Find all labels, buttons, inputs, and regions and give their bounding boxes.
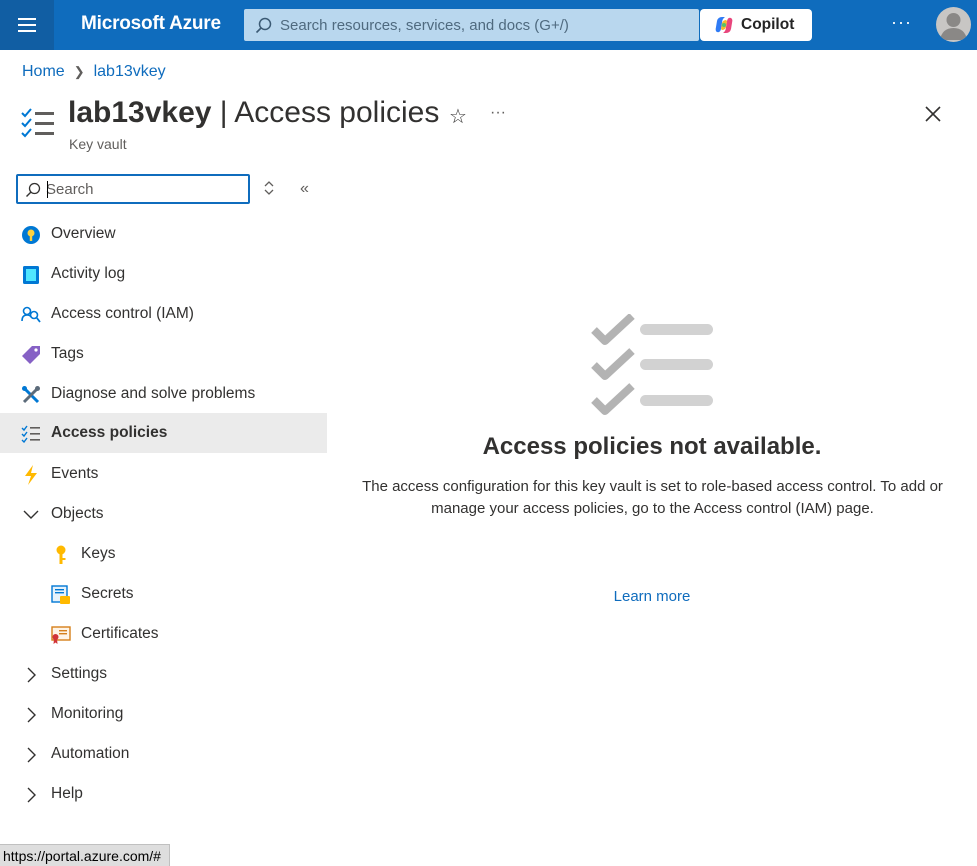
chevron-down-icon	[21, 505, 41, 525]
breadcrumb: Home ❯ lab13vkey	[22, 63, 166, 81]
nav-item-label: Events	[51, 465, 99, 482]
top-bar: Microsoft Azure Search resources, servic…	[0, 0, 977, 50]
favorite-star-icon[interactable]: ☆	[449, 104, 467, 129]
nav-item-keys[interactable]: Keys	[0, 534, 327, 574]
global-search-input[interactable]: Search resources, services, and docs (G+…	[244, 9, 699, 41]
nav-item-label: Help	[51, 785, 83, 802]
nav-search-input[interactable]: Search	[16, 174, 250, 204]
status-url: https://portal.azure.com/#	[0, 844, 170, 866]
nav-item-label: Settings	[51, 665, 108, 682]
nav-item-settings[interactable]: Settings	[0, 654, 327, 694]
page-title: lab13vkey | Access policies	[68, 96, 439, 130]
header-more-icon[interactable]: ···	[490, 104, 506, 122]
activity-log-icon	[21, 265, 41, 285]
search-icon	[255, 17, 272, 34]
access-policies-icon	[21, 424, 41, 444]
nav-item-label: Certificates	[81, 625, 159, 642]
nav-item-label: Keys	[81, 545, 116, 562]
user-icon	[940, 13, 967, 40]
empty-state-title: Access policies not available.	[482, 433, 822, 460]
nav-item-label: Tags	[51, 345, 84, 362]
nav-item-label: Secrets	[81, 585, 134, 602]
page-name: Access policies	[234, 96, 440, 129]
copilot-label: Copilot	[741, 16, 795, 33]
chevron-right-icon	[21, 745, 41, 765]
close-icon[interactable]	[923, 104, 943, 129]
nav-search-placeholder: Search	[46, 180, 94, 198]
nav-item-secrets[interactable]: Secrets	[0, 574, 327, 614]
tag-icon	[21, 345, 41, 365]
nav-item-label: Automation	[51, 745, 130, 762]
nav-item-access-control[interactable]: Access control (IAM)	[0, 294, 327, 334]
nav-item-label: Diagnose and solve problems	[51, 385, 256, 402]
nav-item-objects[interactable]: Objects	[0, 494, 327, 534]
nav-item-monitoring[interactable]: Monitoring	[0, 694, 327, 734]
nav-item-label: Monitoring	[51, 705, 124, 722]
nav-item-automation[interactable]: Automation	[0, 734, 327, 774]
people-icon	[21, 305, 41, 325]
nav-item-label: Objects	[51, 505, 104, 522]
overview-icon	[21, 225, 41, 245]
avatar[interactable]	[936, 7, 971, 42]
nav-item-label: Access control (IAM)	[51, 305, 194, 322]
copilot-icon	[715, 17, 733, 33]
title-separator: |	[211, 96, 235, 129]
nav-item-overview[interactable]: Overview	[0, 214, 327, 254]
expand-collapse-icon[interactable]	[262, 180, 276, 201]
certificate-icon	[51, 625, 71, 645]
wrench-icon	[21, 385, 41, 405]
nav-item-access-policies[interactable]: Access policies	[0, 413, 327, 453]
nav-item-tags[interactable]: Tags	[0, 334, 327, 374]
global-search-placeholder: Search resources, services, and docs (G+…	[280, 16, 569, 34]
brand-title[interactable]: Microsoft Azure	[81, 13, 221, 35]
breadcrumb-home[interactable]: Home	[22, 63, 65, 81]
text-caret	[47, 181, 48, 198]
access-policies-icon	[20, 108, 56, 145]
nav-item-certificates[interactable]: Certificates	[0, 614, 327, 654]
key-icon	[51, 545, 71, 565]
nav-item-help[interactable]: Help	[0, 774, 327, 814]
collapse-menu-icon[interactable]: «	[300, 180, 309, 198]
nav-item-events[interactable]: Events	[0, 454, 327, 494]
nav-item-diagnose[interactable]: Diagnose and solve problems	[0, 374, 327, 414]
chevron-right-icon	[21, 665, 41, 685]
learn-more-link[interactable]: Learn more	[344, 588, 960, 605]
portal-menu-button[interactable]	[0, 0, 54, 50]
breadcrumb-resource[interactable]: lab13vkey	[94, 63, 166, 81]
chevron-right-icon	[21, 785, 41, 805]
nav-item-label: Overview	[51, 225, 116, 242]
copilot-button[interactable]: Copilot	[700, 9, 812, 41]
page-subtitle: Key vault	[69, 136, 127, 152]
hamburger-icon	[18, 18, 36, 32]
resource-name: lab13vkey	[68, 96, 212, 129]
nav-item-label: Access policies	[51, 424, 168, 441]
more-icon[interactable]: ···	[891, 12, 912, 33]
lightning-icon	[21, 465, 41, 485]
nav-item-label: Activity log	[51, 265, 126, 282]
chevron-right-icon: ❯	[73, 64, 85, 79]
empty-state-description: The access configuration for this key va…	[362, 478, 943, 517]
nav-item-activity-log[interactable]: Activity log	[0, 254, 327, 294]
search-icon	[26, 182, 41, 197]
secret-icon	[51, 585, 71, 605]
empty-state-checklist-icon	[590, 313, 715, 425]
chevron-right-icon	[21, 705, 41, 725]
